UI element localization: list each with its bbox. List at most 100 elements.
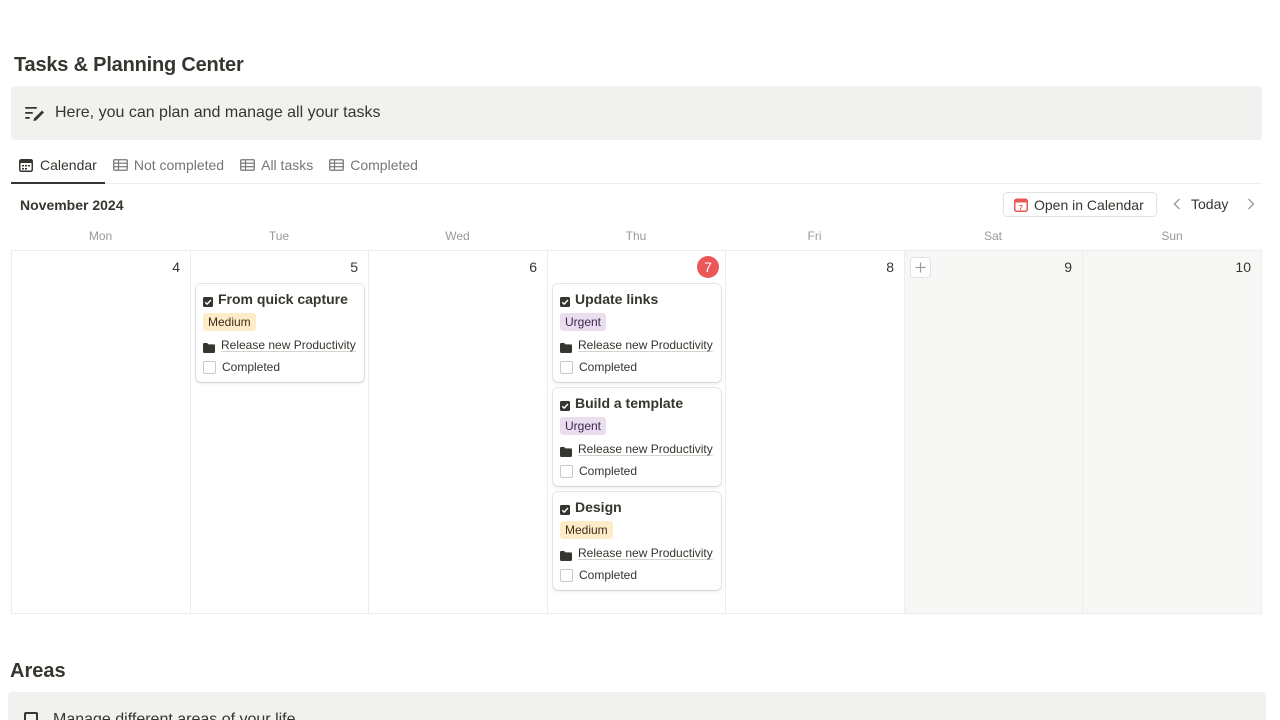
checkbox-checked-icon <box>203 294 213 307</box>
day-number: 6 <box>529 259 537 275</box>
completed-checkbox[interactable] <box>560 464 573 478</box>
task-title: Update links <box>575 291 659 307</box>
tab-label: Not completed <box>133 157 225 173</box>
task-project-row: Release new Productivity <box>203 336 357 354</box>
open-in-calendar-button[interactable]: 7 Open in Calendar <box>1003 192 1157 217</box>
weekday-label: Thu <box>625 229 647 243</box>
task-title-row: Build a template <box>560 393 714 413</box>
task-project-row: Release new Productivity <box>560 440 714 458</box>
day-cell[interactable]: 4 <box>12 251 191 613</box>
priority-tag: Medium <box>560 521 613 539</box>
completed-checkbox[interactable] <box>560 360 573 374</box>
table-icon <box>240 157 256 173</box>
checkbox-checked-icon <box>560 398 570 411</box>
completed-label: Completed <box>579 464 638 478</box>
task-project-row: Release new Productivity <box>560 336 714 354</box>
day-cell[interactable]: 8 <box>726 251 905 613</box>
pen-lines-icon <box>24 103 46 123</box>
tab-completed[interactable]: Completed <box>321 147 426 183</box>
task-card[interactable]: Design Medium Release new Productivity Comp… <box>553 492 721 590</box>
task-project-link[interactable]: Release new Productivity <box>578 442 713 456</box>
completed-checkbox[interactable] <box>560 568 573 582</box>
completed-label: Completed <box>222 360 281 374</box>
priority-tag: Urgent <box>560 417 607 435</box>
task-status-row: Completed <box>560 463 714 479</box>
completed-label: Completed <box>579 360 638 374</box>
folder-icon <box>560 444 572 457</box>
table-icon <box>329 157 345 173</box>
day-cell[interactable]: 10 <box>1083 251 1261 613</box>
task-title-row: From quick capture <box>203 289 357 309</box>
areas-callout: Manage different areas of your life <box>8 692 1266 720</box>
tab-not-completed[interactable]: Not completed <box>105 147 232 183</box>
task-list: Update links Urgent Release new Productivi… <box>553 284 721 590</box>
weekday-label: Sun <box>1161 229 1183 243</box>
weekday-header: Mon Tue Wed Thu Fri Sat Sun <box>11 225 1262 247</box>
folder-icon <box>560 548 572 561</box>
calendar-icon <box>19 157 35 173</box>
task-title: From quick capture <box>218 291 348 307</box>
weekday-label: Sat <box>983 229 1002 243</box>
checkbox-checked-icon <box>560 502 570 515</box>
day-cell[interactable]: 9 <box>905 251 1083 613</box>
calendar-grid: 4 5 From quick capture Medium Release new Pr… <box>11 250 1262 614</box>
weekday-label: Wed <box>445 229 470 243</box>
weekday-label: Fri <box>807 229 822 243</box>
day-number: 10 <box>1235 259 1251 275</box>
calendar-app-icon: 7 <box>1014 198 1028 212</box>
table-icon <box>112 157 129 173</box>
day-number: 4 <box>172 259 180 275</box>
tab-all-tasks[interactable]: All tasks <box>232 147 321 183</box>
task-title: Design <box>575 499 622 515</box>
tab-label: All tasks <box>261 157 314 173</box>
day-cell[interactable]: 7 Update links Urgent Release new Productiv… <box>548 251 726 613</box>
priority-tag: Medium <box>203 313 256 331</box>
task-title: Build a template <box>575 395 684 411</box>
month-label: November 2024 <box>20 197 124 213</box>
task-project-row: Release new Productivity <box>560 544 714 562</box>
intro-callout: Here, you can plan and manage all your t… <box>11 86 1262 140</box>
tab-label: Completed <box>350 157 418 173</box>
day-cell[interactable]: 5 From quick capture Medium Release new Pro… <box>191 251 369 613</box>
day-cell[interactable]: 6 <box>369 251 548 613</box>
open-in-calendar-label: Open in Calendar <box>1034 196 1144 213</box>
chevron-left-icon[interactable] <box>1169 195 1185 213</box>
page-title: Tasks & Planning Center <box>14 54 244 76</box>
folder-icon <box>560 340 572 353</box>
task-status-row: Completed <box>203 359 357 375</box>
task-title-row: Update links <box>560 289 714 309</box>
weekday-label: Mon <box>88 229 113 243</box>
callout-text: Here, you can plan and manage all your t… <box>55 104 381 121</box>
task-project-link[interactable]: Release new Productivity <box>578 546 713 560</box>
priority-tag: Urgent <box>560 313 607 331</box>
task-project-link[interactable]: Release new Productivity <box>578 338 713 352</box>
task-project-link[interactable]: Release new Productivity <box>221 338 356 352</box>
weekday-label: Tue <box>268 229 290 243</box>
svg-text:7: 7 <box>1019 205 1023 212</box>
task-title-row: Design <box>560 497 714 517</box>
task-card[interactable]: Update links Urgent Release new Productivi… <box>553 284 721 382</box>
task-list: From quick capture Medium Release new Prod… <box>196 284 364 382</box>
tab-calendar[interactable]: Calendar <box>11 147 105 184</box>
completed-checkbox[interactable] <box>203 360 216 374</box>
view-tabs: Calendar Not completed All tasks Complet… <box>11 148 1262 184</box>
today-button[interactable]: Today <box>1191 196 1228 212</box>
task-card[interactable]: Build a template Urgent Release new Produc… <box>553 388 721 486</box>
areas-callout-text: Manage different areas of your life <box>53 711 296 720</box>
completed-label: Completed <box>579 568 638 582</box>
folder-icon <box>203 340 215 353</box>
day-number: 8 <box>886 259 894 275</box>
checkbox-checked-icon <box>560 294 570 307</box>
task-status-row: Completed <box>560 567 714 583</box>
task-card[interactable]: From quick capture Medium Release new Prod… <box>196 284 364 382</box>
square-icon <box>24 712 38 720</box>
today-day-number: 7 <box>697 256 719 278</box>
day-number: 9 <box>1064 259 1072 275</box>
day-number: 5 <box>350 259 358 275</box>
calendar-header: November 2024 7 Open in Calendar Today <box>11 190 1262 218</box>
task-status-row: Completed <box>560 359 714 375</box>
add-icon[interactable] <box>910 257 931 278</box>
chevron-right-icon[interactable] <box>1243 195 1259 213</box>
tab-label: Calendar <box>40 157 97 173</box>
areas-heading: Areas <box>10 660 66 682</box>
